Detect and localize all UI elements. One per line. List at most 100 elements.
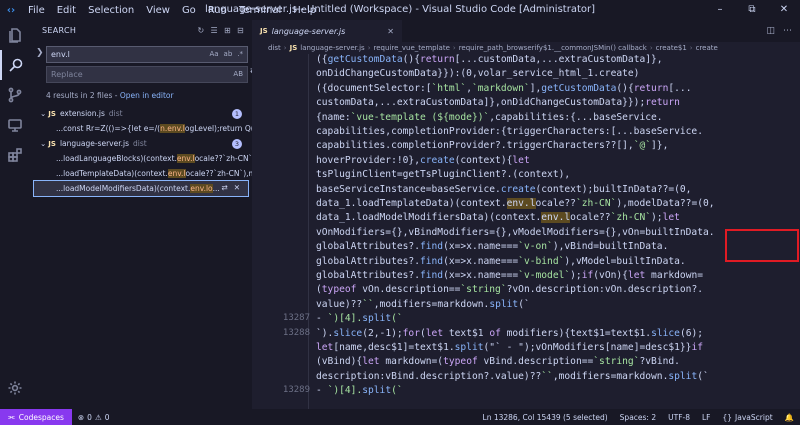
- result-file-language-server[interactable]: ⌄ JS language-server.js dist 3: [30, 136, 252, 151]
- result-match[interactable]: ...loadLanguageBlocks)(context. env.l ocal…: [30, 151, 252, 166]
- match-prefix: ...loadLanguageBlocks)(context.: [56, 154, 177, 163]
- javascript-file-icon: JS: [289, 44, 298, 52]
- status-right: Ln 13286, Col 15439 (5 selected) Spaces:…: [477, 413, 800, 422]
- close-window-icon[interactable]: ✕: [768, 0, 800, 20]
- code-line[interactable]: (vBind){let markdown=(typeof vBind.descr…: [252, 356, 800, 370]
- notifications-icon[interactable]: 🔔: [779, 413, 800, 422]
- result-file-dir: dist: [133, 139, 147, 148]
- activity-search[interactable]: [0, 50, 30, 80]
- menu-selection[interactable]: Selection: [82, 5, 140, 16]
- code-line[interactable]: globalAttributes?.find(x=>x.name===`v-bi…: [252, 256, 800, 270]
- code-line[interactable]: data_1.loadTemplateData)(context.env.loc…: [252, 198, 800, 212]
- breadcrumb-item[interactable]: require_vue_template: [374, 44, 450, 52]
- dismiss-match-icon[interactable]: ✕: [234, 183, 240, 192]
- code-line[interactable]: capabilities.completionProvider?.trigger…: [252, 140, 800, 154]
- match-whole-word-toggle[interactable]: ab: [224, 50, 233, 58]
- result-match[interactable]: ...const Rr=Z(()=>{let e=/(n.env.l ogLeve…: [30, 121, 252, 136]
- problems-indicator[interactable]: ⊗ 0 ⚠ 0: [72, 413, 116, 422]
- code-text: value)??``,modifiers=markdown.split(`: [316, 298, 530, 310]
- menu-help[interactable]: Help: [287, 5, 322, 16]
- breadcrumb-item[interactable]: language-server.js: [300, 44, 364, 52]
- match-highlight: env.l: [176, 154, 195, 163]
- minimize-icon[interactable]: –: [704, 0, 736, 20]
- status-bar: ⫘ Codespaces ⊗ 0 ⚠ 0 Ln 13286, Col 15439…: [0, 409, 800, 425]
- code-line[interactable]: ({getCustomData(){return[...customData,.…: [252, 54, 800, 68]
- result-match-selected[interactable]: ...loadModelModifiersData)(context. env.l…: [33, 180, 249, 197]
- editor-actions: ◫ ⋯: [766, 26, 792, 36]
- indentation[interactable]: Spaces: 2: [614, 413, 662, 422]
- code-line[interactable]: capabilities,completionProvider:{trigger…: [252, 126, 800, 140]
- code-text: vOnModifiers={},vBindModifiers={},vModel…: [316, 226, 715, 238]
- breadcrumb: dist › JS language-server.js › require_v…: [252, 42, 800, 54]
- tab-language-server[interactable]: JS language-server.js ✕: [252, 20, 402, 42]
- match-prefix: ...loadModelModifiersData)(context.: [56, 184, 191, 193]
- menu-edit[interactable]: Edit: [51, 5, 82, 16]
- breadcrumb-item[interactable]: require_path_browserify$1.__commonJSMin(…: [459, 44, 647, 52]
- code-line[interactable]: onDidChangeCustomData}}):(0,volar_servic…: [252, 68, 800, 82]
- menu-terminal[interactable]: Terminal: [233, 5, 287, 16]
- restore-icon[interactable]: ⧉: [736, 0, 768, 20]
- tab-label: language-server.js: [271, 26, 346, 36]
- menu-view[interactable]: View: [140, 5, 176, 16]
- code-line[interactable]: baseServiceInstance=baseService.create(c…: [252, 184, 800, 198]
- code-line[interactable]: globalAttributes?.find(x=>x.name===`v-on…: [252, 241, 800, 255]
- code-line[interactable]: (typeof vOn.description==`string`?vOn.de…: [252, 284, 800, 298]
- replace-input[interactable]: Replace AB: [46, 66, 248, 83]
- language-mode[interactable]: {} JavaScript: [717, 413, 779, 422]
- encoding[interactable]: UTF-8: [662, 413, 696, 422]
- code-line[interactable]: hoverProvider:!0},create(context){let: [252, 155, 800, 169]
- activity-extensions[interactable]: [0, 140, 30, 170]
- match-highlight: n.env.l: [160, 124, 185, 133]
- search-input[interactable]: env.l Aa ab .*: [46, 46, 248, 63]
- toggle-replace-icon[interactable]: ❯: [36, 48, 44, 58]
- code-line[interactable]: customData,...extraCustomData]},onDidCha…: [252, 97, 800, 111]
- activity-manage[interactable]: [0, 373, 30, 403]
- code-line[interactable]: tsPluginClient=getTsPluginClient?.(conte…: [252, 169, 800, 183]
- code-line[interactable]: description:vBind.description?.value)??`…: [252, 371, 800, 385]
- replace-match-icon[interactable]: ⇄: [221, 183, 227, 192]
- code-line[interactable]: let[name,desc$1]=text$1.split("` - ");vO…: [252, 342, 800, 356]
- more-actions-icon[interactable]: ⋯: [783, 26, 792, 36]
- code-line[interactable]: 13289 - `)[4].split(`: [252, 385, 800, 399]
- files-icon: [9, 28, 21, 43]
- chevron-right-icon: ›: [452, 44, 456, 52]
- remote-indicator[interactable]: ⫘ Codespaces: [0, 409, 72, 425]
- code-line[interactable]: globalAttributes?.find(x=>x.name===`v-mo…: [252, 270, 800, 284]
- result-match[interactable]: ...loadTemplateData)(context. env.l ocale?…: [30, 166, 252, 181]
- breadcrumb-item[interactable]: create: [696, 44, 718, 52]
- breadcrumb-item[interactable]: dist: [268, 44, 281, 52]
- use-regex-toggle[interactable]: .*: [237, 50, 243, 58]
- cursor-position[interactable]: Ln 13286, Col 15439 (5 selected): [477, 413, 614, 422]
- match-case-toggle[interactable]: Aa: [209, 50, 218, 58]
- new-search-editor-icon[interactable]: ⊞: [224, 26, 231, 35]
- collapse-all-icon[interactable]: ⊟: [237, 26, 244, 35]
- menu-go[interactable]: Go: [176, 5, 202, 16]
- match-suffix: ocale??`zh-CN`),...: [194, 154, 252, 163]
- match-suffix: ...: [212, 184, 220, 193]
- remote-label: Codespaces: [18, 412, 64, 422]
- activity-source-control[interactable]: [0, 80, 30, 110]
- menu-file[interactable]: File: [22, 5, 51, 16]
- menu-run[interactable]: Run: [202, 5, 233, 16]
- close-tab-icon[interactable]: ✕: [387, 27, 394, 36]
- activity-remote-explorer[interactable]: [0, 110, 30, 140]
- code-line[interactable]: {name:`vue-template (${mode})`,capabilit…: [252, 112, 800, 126]
- code-view[interactable]: ({getCustomData(){return[...customData,.…: [252, 54, 800, 409]
- refresh-icon[interactable]: ↻: [197, 26, 204, 35]
- end-of-line[interactable]: LF: [696, 413, 717, 422]
- code-line[interactable]: 13287 - `)[4].split(`: [252, 313, 800, 327]
- split-editor-icon[interactable]: ◫: [766, 26, 775, 36]
- result-file-extension[interactable]: ⌄ JS extension.js dist 1: [30, 106, 252, 121]
- code-line[interactable]: data_1.loadModelModifiersData)(context.e…: [252, 212, 800, 226]
- code-line[interactable]: ({documentSelector:[`html`,`markdown`],g…: [252, 83, 800, 97]
- preserve-case-toggle[interactable]: AB: [233, 70, 243, 78]
- code-text: globalAttributes?.find(x=>x.name===`v-bi…: [316, 255, 686, 267]
- code-line[interactable]: 13288 `).slice(2,-1);for(let text$1 of mo…: [252, 328, 800, 342]
- code-line[interactable]: value)??``,modifiers=markdown.split(`: [252, 299, 800, 313]
- clear-results-icon[interactable]: ☰: [210, 26, 217, 35]
- code-line[interactable]: vOnModifiers={},vBindModifiers={},vModel…: [252, 227, 800, 241]
- activity-explorer[interactable]: [0, 20, 30, 50]
- open-in-editor-link[interactable]: Open in editor: [120, 91, 174, 100]
- replace-placeholder: Replace: [51, 70, 83, 79]
- breadcrumb-item[interactable]: create$1: [656, 44, 687, 52]
